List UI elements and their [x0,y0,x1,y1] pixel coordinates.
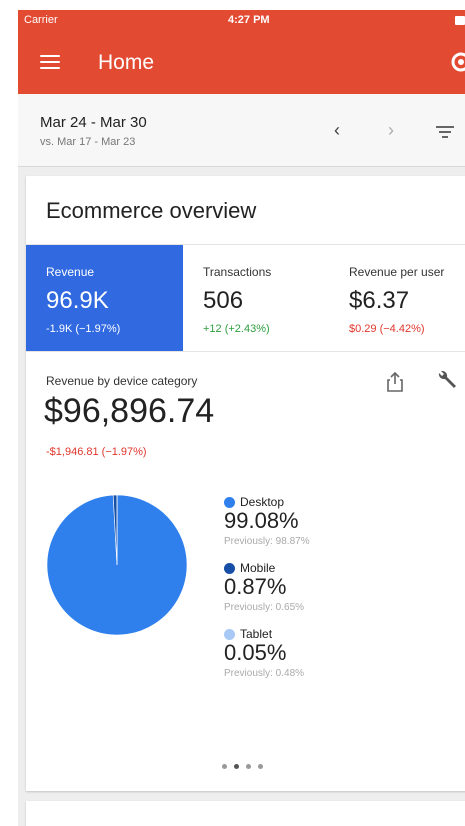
page-dot[interactable] [258,764,263,769]
status-bar: Carrier 4:27 PM [18,10,465,32]
app-screen: Carrier 4:27 PM Home Mar 24 - Mar 30 vs.… [18,10,465,826]
metric-tabs: Revenue 96.9K -1.9K (−1.97%) Transaction… [26,244,465,352]
legend-swatch [224,629,235,640]
status-time: 4:27 PM [228,14,270,26]
legend-label: Mobile [240,561,276,575]
chart-change: -$1,946.81 (−1.97%) [46,446,147,458]
legend-swatch [224,563,235,574]
metric-label: Transactions [203,265,272,279]
filter-icon[interactable] [436,126,454,141]
legend-previous: Previously: 98.87% [224,536,310,547]
legend-previous: Previously: 0.48% [224,668,305,679]
legend-swatch [224,497,235,508]
chart-label: Revenue by device category [46,374,198,388]
metric-revenue-per-user[interactable]: Revenue per user $6.37 $0.29 (−4.42%) [329,245,465,351]
chevron-right-icon[interactable]: › [388,120,394,141]
metric-change: +12 (+2.43%) [203,323,270,335]
pie-chart[interactable] [46,494,188,636]
sync-icon[interactable] [447,50,465,74]
chart-total: $96,896.74 [44,392,215,430]
date-range[interactable]: Mar 24 - Mar 30 [40,114,147,131]
page-dot[interactable] [234,764,239,769]
metric-change: $0.29 (−4.42%) [349,323,425,335]
compare-range: vs. Mar 17 - Mar 23 [40,136,136,148]
metric-transactions[interactable]: Transactions 506 +12 (+2.43%) [183,245,329,351]
legend-label: Desktop [240,495,285,509]
metric-label: Revenue [46,265,95,279]
date-range-bar[interactable]: Mar 24 - Mar 30 vs. Mar 17 - Mar 23 ‹ › [18,94,465,167]
metric-label: Revenue per user [349,265,445,279]
metric-value: 506 [203,287,244,314]
legend-value: 0.05% [224,640,287,665]
chevron-left-icon[interactable]: ‹ [334,120,340,141]
metric-value: 96.9K [46,287,109,314]
card-title: Ecommerce overview [46,198,257,223]
hamburger-menu-icon[interactable] [40,55,60,69]
share-icon[interactable] [386,371,404,393]
legend-value: 0.87% [224,574,287,599]
page-indicator[interactable] [222,756,270,774]
metric-revenue[interactable]: Revenue 96.9K -1.9K (−1.97%) [26,245,183,351]
carrier-label: Carrier [24,14,58,26]
app-bar: Carrier 4:27 PM Home [18,10,465,94]
page-dot[interactable] [222,764,227,769]
page-title: Home [98,51,155,74]
ecommerce-overview-card: Ecommerce overview Revenue 96.9K -1.9K (… [26,176,465,791]
wrench-icon[interactable] [436,369,458,391]
metric-change: -1.9K (−1.97%) [46,323,121,335]
next-card [26,801,465,826]
metric-value: $6.37 [349,287,410,314]
page-dot[interactable] [246,764,251,769]
legend-value: 99.08% [224,508,299,533]
legend-previous: Previously: 0.65% [224,602,305,613]
legend-label: Tablet [240,627,273,641]
battery-icon [455,16,465,25]
